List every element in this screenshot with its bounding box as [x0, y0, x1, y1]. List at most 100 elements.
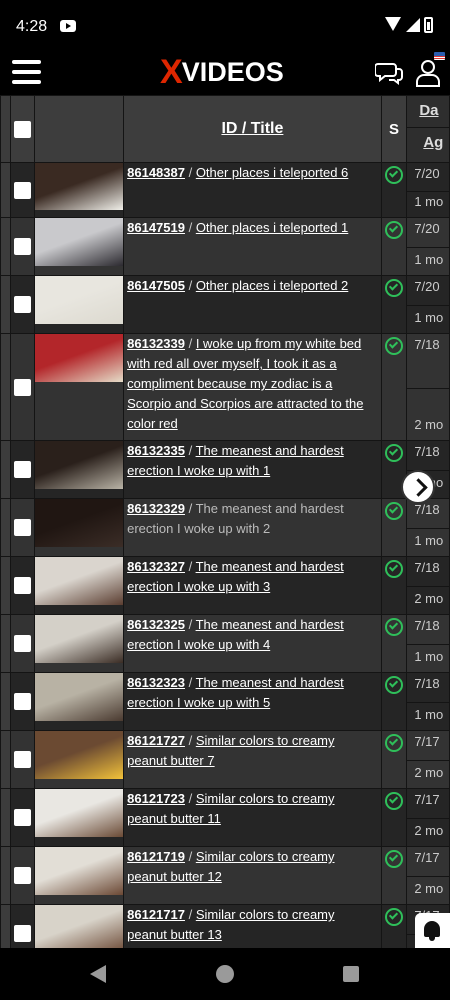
table-row[interactable]: 86148387 / Other places i teleported 6 7/… [0, 162, 450, 218]
home-icon[interactable] [216, 965, 234, 983]
row-checkbox[interactable] [13, 751, 31, 768]
upload-date: 7/20 [414, 221, 440, 236]
upload-date: 7/17 [414, 850, 440, 865]
video-thumbnail[interactable] [35, 789, 124, 837]
flag-icon[interactable] [434, 52, 445, 60]
video-thumbnail[interactable] [35, 557, 124, 605]
videos-table: ID / Title S Da Ag 86148387 / Other plac… [0, 95, 450, 948]
video-title-cell: 86132339 / I woke up from my white bed w… [123, 333, 382, 441]
row-checkbox[interactable] [13, 181, 31, 199]
date-cell: 7/17 2 mo [406, 788, 450, 847]
video-thumbnail[interactable] [35, 218, 124, 266]
row-checkbox[interactable] [13, 238, 31, 255]
status-ok-icon [385, 618, 404, 636]
table-row[interactable]: 86121719 / Similar colors to creamy pean… [0, 846, 450, 905]
video-thumbnail[interactable] [35, 905, 124, 948]
table-row[interactable]: 86121723 / Similar colors to creamy pean… [0, 788, 450, 847]
upload-date: 7/20 [414, 166, 440, 181]
video-id-link[interactable]: 86132335 [127, 443, 185, 458]
video-thumbnail[interactable] [35, 276, 124, 324]
upload-date: 7/18 [414, 502, 440, 517]
video-thumbnail[interactable] [35, 334, 124, 382]
row-checkbox[interactable] [13, 867, 31, 884]
site-header: X VIDEOS [0, 50, 450, 95]
video-id-link[interactable]: 86132329 [127, 501, 185, 516]
table-row[interactable]: 86132335 / The meanest and hardest erect… [0, 440, 450, 499]
video-id-link[interactable]: 86121719 [127, 849, 185, 864]
video-title-link[interactable]: Other places i teleported 2 [196, 278, 348, 293]
video-thumbnail[interactable] [35, 847, 124, 895]
video-age: 1 mo [414, 707, 444, 722]
date-cell: 7/18 2 mo [406, 333, 450, 441]
date-cell: 7/17 2 mo [406, 846, 450, 905]
user-icon[interactable] [415, 58, 441, 88]
video-id-link[interactable]: 86132323 [127, 675, 185, 690]
row-checkbox[interactable] [13, 635, 31, 652]
table-row[interactable]: 86147505 / Other places i teleported 2 7/… [0, 275, 450, 334]
row-checkbox[interactable] [13, 461, 31, 478]
status-ok-icon [385, 908, 404, 926]
status-ok-icon [385, 166, 404, 184]
back-icon[interactable] [90, 965, 106, 983]
video-thumbnail[interactable] [35, 163, 124, 210]
date-cell: 7/20 1 mo [406, 162, 450, 218]
table-row[interactable]: 86121727 / Similar colors to creamy pean… [0, 730, 450, 789]
video-id-link[interactable]: 86121717 [127, 907, 185, 922]
table-row[interactable]: 86132327 / The meanest and hardest erect… [0, 556, 450, 615]
row-checkbox[interactable] [13, 296, 31, 313]
table-row[interactable]: 86132329 / The meanest and hardest erect… [0, 498, 450, 557]
video-title-cell: 86148387 / Other places i teleported 6 [123, 162, 382, 218]
upload-date: 7/18 [414, 337, 440, 352]
video-id-link[interactable]: 86148387 [127, 165, 185, 180]
android-nav-bar [0, 948, 450, 1000]
video-title-link[interactable]: Other places i teleported 1 [196, 220, 348, 235]
row-checkbox[interactable] [13, 577, 31, 594]
row-checkbox[interactable] [13, 378, 31, 396]
table-row[interactable]: 86147519 / Other places i teleported 1 7/… [0, 217, 450, 276]
video-id-link[interactable]: 86132327 [127, 559, 185, 574]
notifications-button[interactable] [415, 913, 450, 948]
date-column-header[interactable]: Da Ag [406, 95, 450, 163]
video-title-cell: 86132329 / The meanest and hardest erect… [123, 498, 382, 557]
scroll-right-button[interactable] [401, 470, 435, 504]
video-id-link[interactable]: 86132339 [127, 336, 185, 351]
video-age: 1 mo [414, 649, 444, 664]
bell-icon [424, 921, 440, 937]
video-title-cell: 86121727 / Similar colors to creamy pean… [123, 730, 382, 789]
video-id-link[interactable]: 86132325 [127, 617, 185, 632]
status-ok-icon [385, 337, 404, 355]
video-thumbnail[interactable] [35, 673, 124, 721]
id-title-column-header[interactable]: ID / Title [123, 95, 382, 163]
table-row[interactable]: 86132323 / The meanest and hardest erect… [0, 672, 450, 731]
recent-apps-icon[interactable] [343, 966, 359, 982]
table-row[interactable]: 86121717 / Similar colors to creamy pean… [0, 904, 450, 948]
video-title-link[interactable]: Other places i teleported 6 [196, 165, 348, 180]
row-checkbox[interactable] [13, 809, 31, 826]
table-row[interactable]: 86132325 / The meanest and hardest erect… [0, 614, 450, 673]
video-thumbnail[interactable] [35, 731, 124, 779]
video-thumbnail[interactable] [35, 441, 124, 489]
row-checkbox[interactable] [13, 519, 31, 536]
upload-date: 7/18 [414, 676, 440, 691]
video-id-link[interactable]: 86121723 [127, 791, 185, 806]
date-cell: 7/18 1 mo [406, 498, 450, 557]
video-title-cell: 86147505 / Other places i teleported 2 [123, 275, 382, 334]
date-cell: 7/20 1 mo [406, 275, 450, 334]
video-id-link[interactable]: 86147519 [127, 220, 185, 235]
video-thumbnail[interactable] [35, 615, 124, 663]
video-id-link[interactable]: 86121727 [127, 733, 185, 748]
row-checkbox[interactable] [13, 693, 31, 710]
menu-icon[interactable] [12, 60, 41, 84]
chat-icon[interactable] [375, 61, 403, 85]
upload-date: 7/17 [414, 734, 440, 749]
table-row[interactable]: 86132339 / I woke up from my white bed w… [0, 333, 450, 441]
video-thumbnail[interactable] [35, 499, 124, 547]
age-header-label[interactable]: Ag [423, 134, 443, 151]
row-checkbox[interactable] [13, 925, 31, 942]
status-ok-icon [385, 221, 404, 239]
video-id-link[interactable]: 86147505 [127, 278, 185, 293]
select-all-checkbox[interactable] [13, 120, 31, 138]
site-logo[interactable]: X VIDEOS [160, 53, 284, 91]
date-header-label[interactable]: Da [419, 102, 438, 119]
upload-date: 7/20 [414, 279, 440, 294]
